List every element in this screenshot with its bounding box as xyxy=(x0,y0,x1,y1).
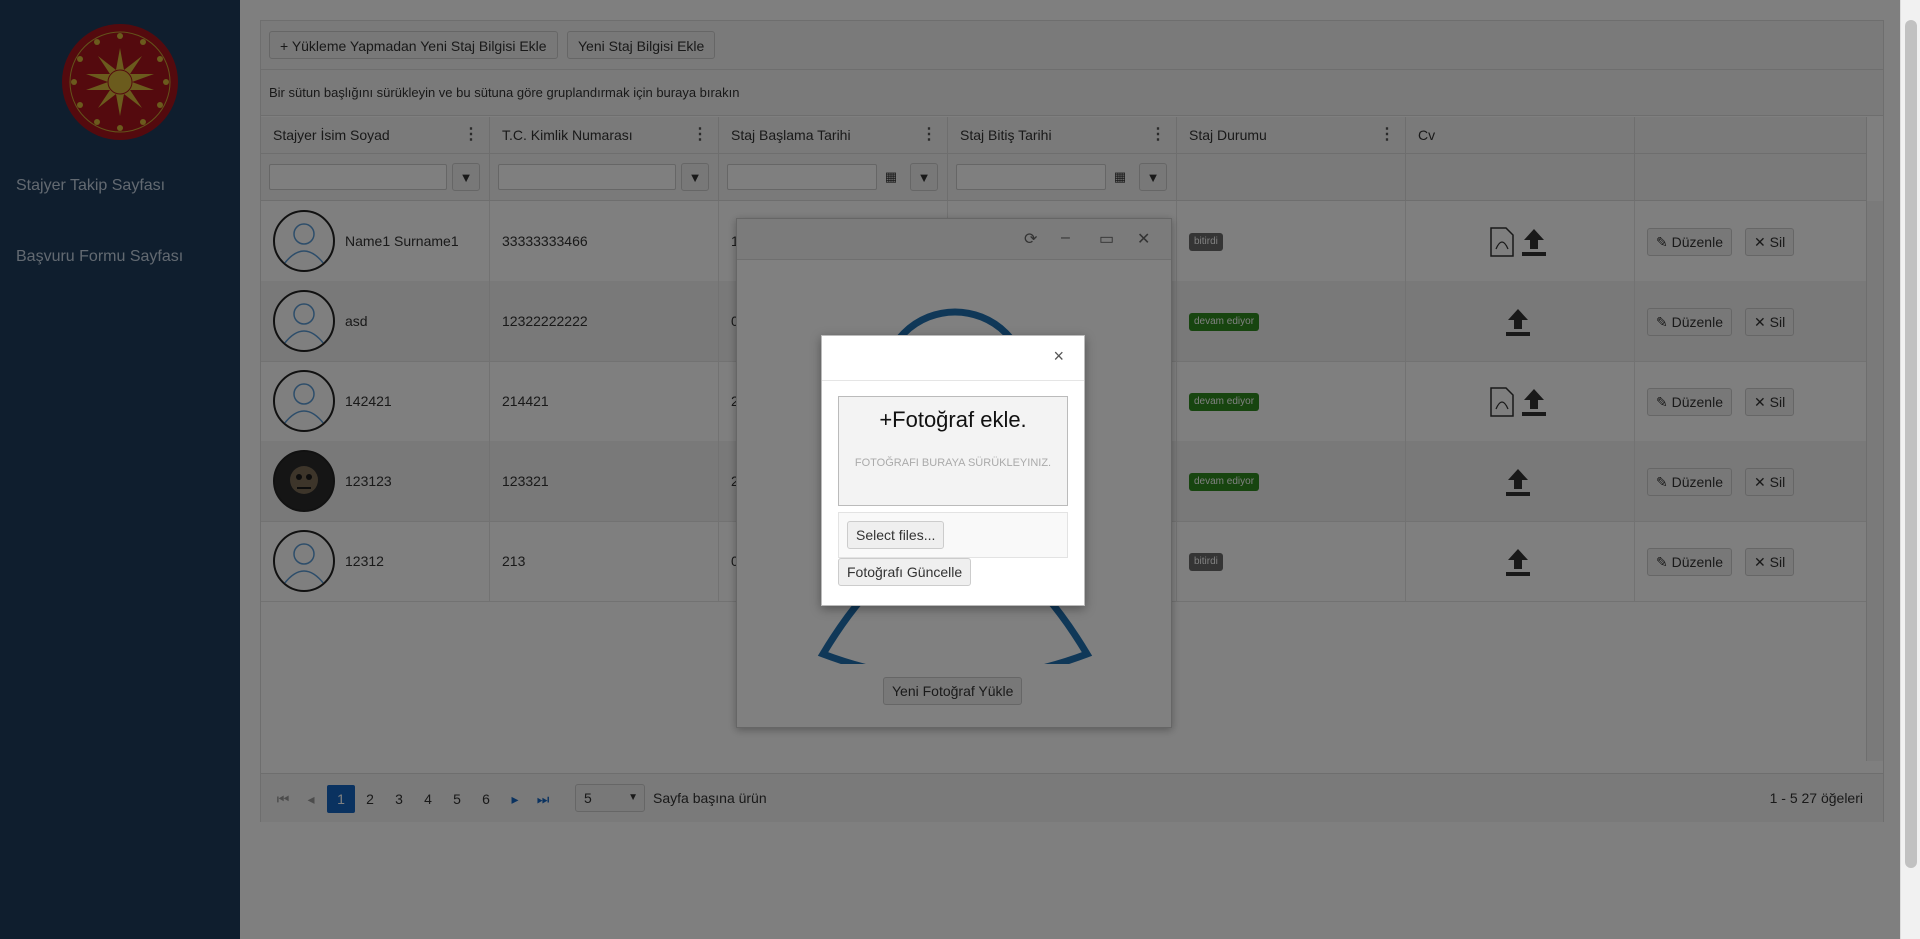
scrollbar-thumb[interactable] xyxy=(1905,20,1917,868)
photo-upload-modal: × +Fotoğraf ekle. FOTOĞRAFI BURAYA SÜRÜK… xyxy=(821,335,1085,606)
update-photo-button[interactable]: Fotoğrafı Güncelle xyxy=(838,558,972,586)
modal-header: × xyxy=(822,336,1084,381)
photo-drop-zone[interactable]: +Fotoğraf ekle. FOTOĞRAFI BURAYA SÜRÜKLE… xyxy=(838,396,1068,506)
upload-area: Select files... xyxy=(838,512,1068,558)
drop-zone-hint: FOTOĞRAFI BURAYA SÜRÜKLEYINIZ. xyxy=(854,457,1052,469)
close-icon[interactable]: × xyxy=(1053,346,1064,367)
select-files-button[interactable]: Select files... xyxy=(847,521,945,549)
drop-zone-title: +Fotoğraf ekle. xyxy=(879,407,1027,432)
page-scrollbar[interactable] xyxy=(1900,0,1920,939)
